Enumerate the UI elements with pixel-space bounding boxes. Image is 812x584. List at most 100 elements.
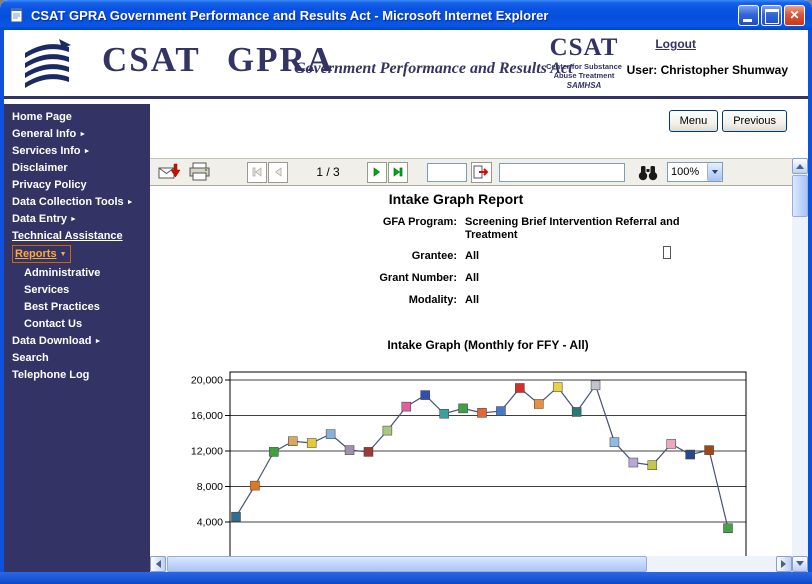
report-toolbar: 1 / 3: [150, 158, 792, 186]
scroll-up-button[interactable]: [792, 158, 808, 174]
sidebar-item-administrative[interactable]: Administrative: [4, 264, 150, 281]
next-page-button[interactable]: [367, 162, 387, 183]
sidebar-item-contact-us[interactable]: Contact Us: [4, 315, 150, 332]
svg-text:20,000: 20,000: [191, 375, 223, 387]
csat-logo-name: CSAT: [542, 34, 626, 62]
missing-glyph-box: [663, 246, 671, 259]
print-icon: [188, 162, 211, 182]
arrow-left-icon: [152, 560, 161, 568]
export-button[interactable]: [158, 162, 182, 182]
previous-page-button[interactable]: [268, 162, 288, 183]
intake-chart: 20,000 16,000 12,000 8,000 4,000: [185, 366, 760, 556]
chart-title: Intake Graph (Monthly for FFY - All): [230, 338, 746, 352]
binoculars-icon: [637, 163, 659, 182]
print-button[interactable]: [188, 162, 211, 182]
window-title: CSAT GPRA Government Performance and Res…: [31, 8, 738, 23]
sidebar-item-reports[interactable]: Reports▼: [4, 244, 150, 264]
previous-button[interactable]: Previous: [722, 110, 787, 132]
zoom-value: 100%: [668, 166, 707, 178]
chevron-right-icon: ►: [83, 148, 90, 155]
field-label-grant-number: Grant Number:: [150, 272, 457, 284]
field-value-gfa-program: Screening Brief Intervention Referral an…: [465, 216, 720, 242]
sidebar-nav: Home Page General Info► Services Info► D…: [4, 104, 150, 572]
csat-logo-samhsa: SAMHSA: [542, 81, 626, 90]
arrow-right-icon: [781, 560, 790, 568]
sidebar-item-telephone-log[interactable]: Telephone Log: [4, 366, 150, 383]
first-page-icon: [251, 166, 263, 178]
last-page-icon: [392, 166, 404, 178]
scroll-right-button[interactable]: [776, 556, 792, 572]
csat-logo-sub1: Center for Substance: [542, 62, 626, 71]
chevron-down-icon: [712, 170, 718, 177]
svg-text:8,000: 8,000: [197, 481, 223, 493]
chevron-right-icon: ►: [127, 199, 134, 206]
sidebar-item-data-collection-tools[interactable]: Data Collection Tools►: [4, 193, 150, 210]
arrow-down-icon: [796, 561, 804, 570]
sidebar-item-data-download[interactable]: Data Download►: [4, 332, 150, 349]
window-icon[interactable]: [9, 7, 25, 23]
sidebar-item-search[interactable]: Search: [4, 349, 150, 366]
field-label-grantee: Grantee:: [150, 250, 457, 262]
csat-logo-sub2: Abuse Treatment: [542, 71, 626, 80]
svg-text:12,000: 12,000: [191, 446, 223, 458]
site-header: CSAT GPRA Government Performance and Res…: [4, 30, 808, 96]
logout-link[interactable]: Logout: [655, 37, 696, 51]
chevron-right-icon: ►: [79, 131, 86, 138]
zoom-select[interactable]: 100%: [667, 162, 723, 182]
field-value-grantee: All: [465, 250, 720, 263]
report-page: Intake Graph Report GFA Program: Screeni…: [150, 186, 792, 556]
sidebar-item-home-page[interactable]: Home Page: [4, 108, 150, 125]
csat-logo: CSAT Center for Substance Abuse Treatmen…: [542, 34, 626, 90]
vertical-scroll-thumb[interactable]: [792, 175, 808, 217]
scroll-down-button[interactable]: [792, 556, 808, 572]
export-icon: [158, 162, 182, 182]
next-page-icon: [371, 166, 383, 178]
close-button[interactable]: ✕: [784, 5, 805, 26]
previous-page-icon: [272, 166, 284, 178]
sidebar-item-services-info[interactable]: Services Info►: [4, 142, 150, 159]
arrow-up-icon: [796, 160, 804, 169]
chevron-right-icon: ►: [94, 338, 101, 345]
horizontal-scrollbar[interactable]: [150, 556, 792, 572]
goto-page-button[interactable]: [471, 162, 492, 183]
sidebar-item-services[interactable]: Services: [4, 281, 150, 298]
window-frame-bottom: [0, 572, 812, 584]
browser-window: CSAT GPRA Government Performance and Res…: [0, 0, 812, 584]
goto-page-icon: [473, 164, 490, 180]
search-input[interactable]: [499, 163, 625, 182]
hhs-logo-icon: [16, 33, 78, 93]
zoom-dropdown-button[interactable]: [707, 163, 722, 181]
svg-text:4,000: 4,000: [197, 517, 223, 529]
sidebar-item-disclaimer[interactable]: Disclaimer: [4, 159, 150, 176]
sidebar-item-data-entry[interactable]: Data Entry►: [4, 210, 150, 227]
sidebar-item-privacy-policy[interactable]: Privacy Policy: [4, 176, 150, 193]
sidebar-item-general-info[interactable]: General Info►: [4, 125, 150, 142]
chevron-right-icon: ►: [70, 216, 77, 223]
minimize-button[interactable]: [738, 5, 759, 26]
title-bar: CSAT GPRA Government Performance and Res…: [0, 0, 812, 30]
chevron-down-icon: ▼: [60, 251, 67, 258]
first-page-button[interactable]: [247, 162, 267, 183]
field-label-gfa-program: GFA Program:: [150, 216, 457, 228]
vertical-scrollbar[interactable]: [792, 158, 808, 572]
horizontal-scroll-thumb[interactable]: [167, 556, 647, 572]
search-button[interactable]: [637, 163, 659, 182]
sidebar-item-technical-assistance[interactable]: Technical Assistance: [4, 227, 150, 244]
field-label-modality: Modality:: [150, 294, 457, 306]
report-title: Intake Graph Report: [150, 191, 762, 207]
sidebar-item-best-practices[interactable]: Best Practices: [4, 298, 150, 315]
svg-text:16,000: 16,000: [191, 410, 223, 422]
scroll-left-button[interactable]: [150, 556, 166, 572]
menu-button[interactable]: Menu: [669, 110, 719, 132]
field-value-modality: All: [465, 294, 720, 307]
maximize-button[interactable]: [761, 5, 782, 26]
header-divider: [4, 96, 808, 99]
main-content: Menu Previous: [150, 104, 808, 572]
window-frame-right: [808, 30, 812, 572]
last-page-button[interactable]: [388, 162, 408, 183]
page-indicator: 1 / 3: [289, 165, 367, 179]
field-value-grant-number: All: [465, 272, 720, 285]
user-label: User: Christopher Shumway: [627, 63, 788, 77]
brand-subtitle: Government Performance and Results Act: [294, 60, 573, 78]
goto-page-input[interactable]: [427, 163, 467, 182]
